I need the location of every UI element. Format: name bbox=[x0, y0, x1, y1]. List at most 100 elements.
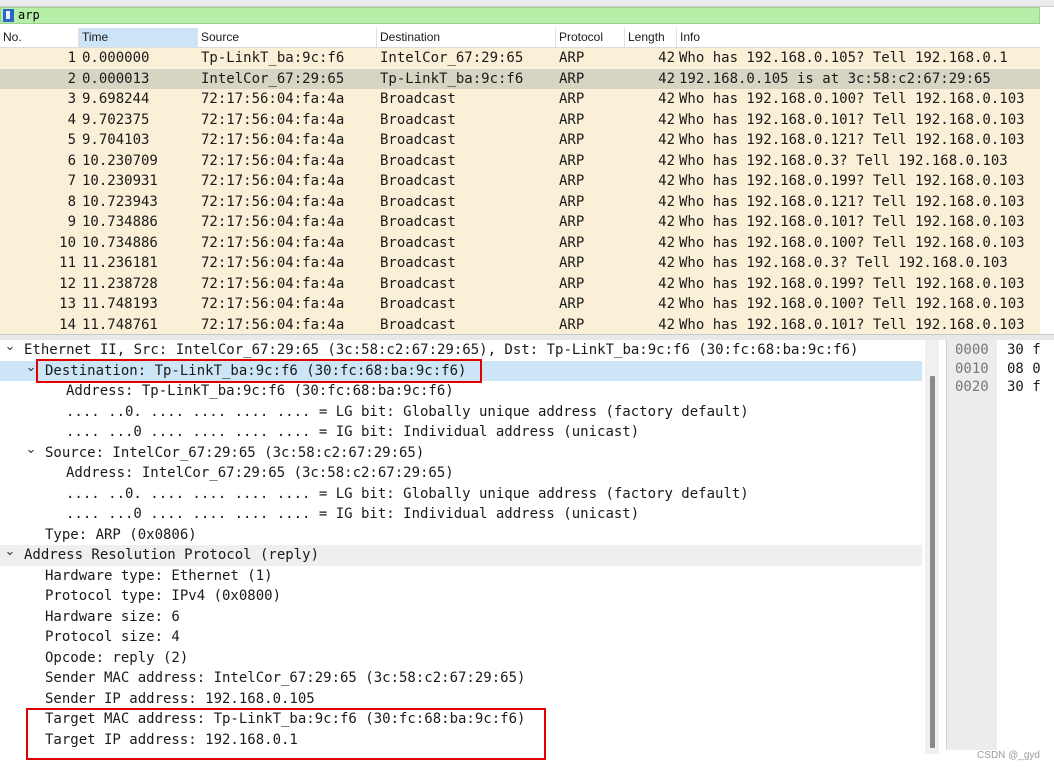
detail-tree-label: Address Resolution Protocol (reply) bbox=[24, 547, 320, 563]
cell-protocol: ARP bbox=[559, 152, 585, 169]
packet-row[interactable]: 11 11.236181 72:17:56:04:fa:4a Broadcast ARP… bbox=[0, 253, 1040, 274]
packet-row[interactable]: 14 11.748761 72:17:56:04:fa:4a Broadcast ARP… bbox=[0, 314, 1040, 335]
cell-source: 72:17:56:04:fa:4a bbox=[201, 132, 345, 148]
cell-no: 7 bbox=[67, 173, 76, 189]
detail-tree-item[interactable]: Address: IntelCor_67:29:65 (3c:58:c2:67:… bbox=[0, 463, 922, 484]
detail-tree-item[interactable]: Source: IntelCor_67:29:65 (3c:58:c2:67:2… bbox=[0, 443, 922, 464]
detail-tree-item[interactable]: Sender MAC address: IntelCor_67:29:65 (3… bbox=[0, 668, 922, 689]
cell-time: 0.000000 bbox=[82, 50, 150, 66]
cell-protocol: ARP bbox=[559, 255, 585, 271]
cell-destination: Broadcast bbox=[380, 91, 456, 107]
packet-row[interactable]: 1 0.000000 Tp-LinkT_ba:9c:f6 IntelCor_67:29… bbox=[0, 48, 1040, 69]
column-header-destination[interactable]: Destination bbox=[377, 28, 556, 47]
cell-destination: Broadcast bbox=[380, 193, 456, 210]
detail-tree-label: Sender MAC address: IntelCor_67:29:65 (3… bbox=[45, 670, 526, 686]
packet-row[interactable]: 9 10.734886 72:17:56:04:fa:4a Broadcast ARP 4… bbox=[0, 212, 1040, 233]
cell-destination: IntelCor_67:29:65 bbox=[380, 50, 524, 66]
details-scrollbar-thumb[interactable] bbox=[930, 376, 935, 748]
detail-tree-item[interactable]: Type: ARP (0x0806) bbox=[0, 525, 922, 546]
cell-time: 11.236181 bbox=[82, 255, 158, 271]
cell-source: Tp-LinkT_ba:9c:f6 bbox=[201, 50, 345, 66]
packet-list-header: No. Time Source Destination Protocol Len… bbox=[0, 28, 1040, 48]
detail-tree-item[interactable]: Ethernet II, Src: IntelCor_67:29:65 (3c:… bbox=[0, 340, 922, 361]
packet-row[interactable]: 8 10.723943 72:17:56:04:fa:4a Broadcast ARP 4… bbox=[0, 191, 1040, 212]
detail-tree-label: .... ...0 .... .... .... .... = IG bit: … bbox=[66, 424, 640, 440]
packet-row[interactable]: 13 11.748193 72:17:56:04:fa:4a Broadcast ARP… bbox=[0, 294, 1040, 315]
detail-tree-item[interactable]: .... ...0 .... .... .... .... = IG bit: … bbox=[0, 504, 922, 525]
cell-source: 72:17:56:04:fa:4a bbox=[201, 316, 345, 333]
column-header-time[interactable]: Time bbox=[79, 28, 198, 47]
cell-info: 192.168.0.105 is at 3c:58:c2:67:29:65 bbox=[679, 70, 991, 87]
detail-tree-item[interactable]: Protocol type: IPv4 (0x0800) bbox=[0, 586, 922, 607]
display-filter-input[interactable]: arp bbox=[18, 8, 40, 23]
bytes-offset: 0010 bbox=[955, 360, 989, 377]
cell-length: 42 bbox=[658, 193, 675, 210]
cell-protocol: ARP bbox=[559, 50, 585, 66]
packet-row[interactable]: 10 10.734886 72:17:56:04:fa:4a Broadcast ARP… bbox=[0, 232, 1040, 253]
cell-time: 11.748761 bbox=[82, 316, 158, 333]
expand-chevron-icon[interactable] bbox=[4, 545, 16, 567]
packet-row[interactable]: 2 0.000013 IntelCor_67:29:65 Tp-LinkT_ba:9c… bbox=[0, 68, 1040, 89]
detail-tree-item[interactable]: Hardware type: Ethernet (1) bbox=[0, 566, 922, 587]
detail-tree-item[interactable]: .... ..0. .... .... .... .... = LG bit: … bbox=[0, 402, 922, 423]
cell-info: Who has 192.168.0.121? Tell 192.168.0.10… bbox=[679, 132, 1025, 148]
packet-row[interactable]: 4 9.702375 72:17:56:04:fa:4a Broadcast ARP 42… bbox=[0, 109, 1040, 130]
detail-tree-label: Source: IntelCor_67:29:65 (3c:58:c2:67:2… bbox=[45, 444, 425, 461]
packet-row[interactable]: 5 9.704103 72:17:56:04:fa:4a Broadcast ARP 42… bbox=[0, 130, 1040, 151]
detail-tree-label: Protocol size: 4 bbox=[45, 629, 180, 645]
bytes-hex[interactable]: 08 0 bbox=[1007, 360, 1041, 379]
cell-protocol: ARP bbox=[559, 173, 585, 189]
cell-no: 2 bbox=[67, 70, 76, 87]
packet-details-tree[interactable]: Ethernet II, Src: IntelCor_67:29:65 (3c:… bbox=[0, 340, 940, 768]
packet-row[interactable]: 7 10.230931 72:17:56:04:fa:4a Broadcast ARP 4… bbox=[0, 171, 1040, 192]
detail-tree-item[interactable]: Sender IP address: 192.168.0.105 bbox=[0, 689, 922, 710]
main-toolbar bbox=[0, 0, 1054, 7]
cell-destination: Broadcast bbox=[380, 173, 456, 189]
detail-tree-label: Protocol type: IPv4 (0x0800) bbox=[45, 588, 282, 604]
detail-tree-item[interactable]: Hardware size: 6 bbox=[0, 607, 922, 628]
cell-no: 6 bbox=[67, 152, 76, 169]
cell-destination: Tp-LinkT_ba:9c:f6 bbox=[380, 70, 524, 87]
packet-row[interactable]: 12 11.238728 72:17:56:04:fa:4a Broadcast ARP… bbox=[0, 273, 1040, 294]
cell-no: 3 bbox=[67, 91, 76, 107]
detail-tree-item[interactable]: Opcode: reply (2) bbox=[0, 648, 922, 669]
packet-row[interactable]: 6 10.230709 72:17:56:04:fa:4a Broadcast ARP 4… bbox=[0, 150, 1040, 171]
cell-time: 9.698244 bbox=[82, 91, 150, 107]
bytes-hex[interactable]: 30 f bbox=[1007, 378, 1041, 397]
details-scrollbar[interactable] bbox=[925, 340, 939, 754]
bookmark-icon[interactable] bbox=[3, 9, 14, 22]
column-header-source[interactable]: Source bbox=[198, 28, 377, 47]
cell-info: Who has 192.168.0.3? Tell 192.168.0.103 bbox=[679, 152, 1008, 169]
detail-tree-item[interactable]: Address Resolution Protocol (reply) bbox=[0, 545, 922, 566]
detail-tree-item[interactable]: .... ...0 .... .... .... .... = IG bit: … bbox=[0, 422, 922, 443]
expand-chevron-icon[interactable] bbox=[4, 340, 16, 362]
column-header-info[interactable]: Info bbox=[677, 28, 1040, 47]
detail-tree-label: Hardware size: 6 bbox=[45, 608, 180, 625]
expand-chevron-icon[interactable] bbox=[25, 443, 37, 465]
cell-destination: Broadcast bbox=[380, 152, 456, 169]
detail-tree-item[interactable]: Address: Tp-LinkT_ba:9c:f6 (30:fc:68:ba:… bbox=[0, 381, 922, 402]
packet-rows: 1 0.000000 Tp-LinkT_ba:9c:f6 IntelCor_67:29… bbox=[0, 48, 1040, 335]
cell-protocol: ARP bbox=[559, 275, 585, 292]
cell-info: Who has 192.168.0.199? Tell 192.168.0.10… bbox=[679, 173, 1025, 189]
cell-length: 42 bbox=[658, 152, 675, 169]
cell-time: 9.704103 bbox=[82, 132, 150, 148]
cell-no: 14 bbox=[59, 316, 76, 333]
cell-length: 42 bbox=[658, 91, 675, 107]
detail-tree-item[interactable]: .... ..0. .... .... .... .... = LG bit: … bbox=[0, 484, 922, 505]
detail-tree-label: .... ..0. .... .... .... .... = LG bit: … bbox=[66, 403, 749, 420]
packet-row[interactable]: 3 9.698244 72:17:56:04:fa:4a Broadcast ARP 42… bbox=[0, 89, 1040, 110]
column-header-protocol[interactable]: Protocol bbox=[556, 28, 625, 47]
detail-tree-item[interactable]: Protocol size: 4 bbox=[0, 627, 922, 648]
cell-no: 9 bbox=[67, 214, 76, 230]
cell-destination: Broadcast bbox=[380, 275, 456, 292]
packet-bytes-pane[interactable]: 0000 30 f 0010 08 0 0020 30 f bbox=[946, 340, 1041, 750]
column-header-no[interactable]: No. bbox=[0, 28, 79, 47]
cell-source: 72:17:56:04:fa:4a bbox=[201, 193, 345, 210]
cell-protocol: ARP bbox=[559, 296, 585, 312]
display-filter-bar[interactable]: arp bbox=[0, 7, 1040, 24]
cell-destination: Broadcast bbox=[380, 214, 456, 230]
packet-list[interactable]: No. Time Source Destination Protocol Len… bbox=[0, 28, 1040, 335]
column-header-length[interactable]: Length bbox=[625, 28, 677, 47]
bytes-hex[interactable]: 30 f bbox=[1007, 341, 1041, 360]
